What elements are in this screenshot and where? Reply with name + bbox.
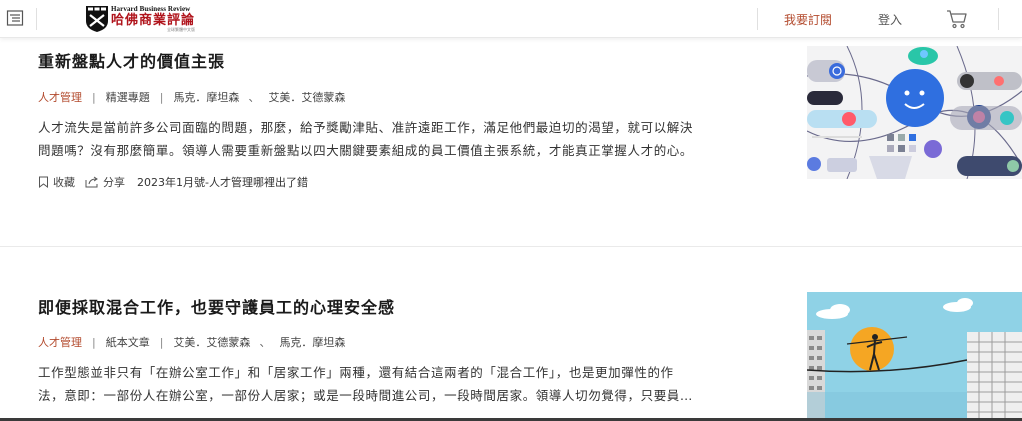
save-button[interactable]: 收藏	[38, 174, 75, 190]
menu-icon[interactable]	[6, 9, 24, 27]
summary-line: 法，意即：一部份人在辦公室，一部份人居家；或是一段時間進公司，一段時間居家。領導…	[38, 388, 694, 403]
meta-divider: |	[92, 335, 96, 349]
article-title[interactable]: 重新盤點人才的價值主張	[38, 48, 225, 72]
header-divider	[998, 8, 999, 30]
logo-chinese-name: 哈佛商業評論	[111, 13, 196, 28]
article-summary: 人才流失是當前許多公司面臨的問題，那麼，給予獎勵津貼、准許遠距工作，滿足他們最迫…	[38, 116, 738, 162]
article-author[interactable]: 艾美．艾德蒙森	[173, 334, 250, 350]
header-divider	[36, 8, 37, 30]
logo-english-name: Harvard Business Review	[111, 5, 191, 13]
summary-line: 問題嗎？沒有那麼簡單。領導人需要重新盤點以四大關鍵要素組成的員工價值主張系統，才…	[38, 143, 694, 158]
article-category[interactable]: 人才管理	[38, 89, 82, 105]
article-meta: 人才管理 | 紙本文章 | 艾美．艾德蒙森 、 馬克．摩坦森	[38, 334, 345, 350]
article-title[interactable]: 即便採取混合工作，也要守護員工的心理安全感	[38, 294, 395, 318]
network-illustration	[807, 46, 1022, 179]
cart-icon[interactable]	[946, 9, 968, 29]
author-separator: 、	[248, 91, 260, 104]
tightrope-illustration	[807, 292, 1022, 421]
site-logo[interactable]: Harvard Business Review 哈佛商業評論 全球繁體中文版	[86, 5, 195, 33]
share-button[interactable]: 分享	[85, 174, 125, 190]
article-card: 重新盤點人才的價值主張 人才管理 | 精選專題 | 馬克．摩坦森 、 艾美．艾德…	[0, 38, 1022, 246]
meta-divider: |	[92, 90, 96, 104]
article-category[interactable]: 人才管理	[38, 334, 82, 350]
logo-subtitle: 全球繁體中文版	[167, 27, 196, 32]
author-separator: 、	[259, 336, 271, 349]
save-label: 收藏	[53, 176, 75, 189]
article-author[interactable]: 馬克．摩坦森	[173, 89, 239, 105]
summary-line: 工作型態並非只有「在辦公室工作」和「居家工作」兩種，還有結合這兩者的「混合工作」…	[38, 365, 674, 380]
hbr-shield-logo	[86, 6, 108, 32]
share-icon	[85, 176, 98, 188]
article-thumbnail[interactable]	[807, 292, 1022, 421]
share-label: 分享	[103, 176, 125, 189]
login-link[interactable]: 登入	[878, 11, 902, 28]
article-meta: 人才管理 | 精選專題 | 馬克．摩坦森 、 艾美．艾德蒙森	[38, 89, 345, 105]
bookmark-icon	[39, 176, 48, 188]
meta-divider: |	[159, 335, 164, 349]
article-author[interactable]: 艾美．艾德蒙森	[268, 89, 345, 105]
article-card: 即便採取混合工作，也要守護員工的心理安全感 人才管理 | 紙本文章 | 艾美．艾…	[0, 247, 1022, 421]
top-header: Harvard Business Review 哈佛商業評論 全球繁體中文版 我…	[0, 0, 1022, 38]
meta-divider: |	[159, 90, 164, 104]
article-thumbnail[interactable]	[807, 46, 1022, 179]
article-actions: 收藏 分享 2023年1月號-人才管理哪裡出了錯	[38, 174, 308, 190]
header-divider	[757, 8, 758, 30]
article-tag[interactable]: 紙本文章	[106, 334, 150, 350]
issue-link[interactable]: 2023年1月號-人才管理哪裡出了錯	[137, 174, 308, 190]
article-tag[interactable]: 精選專題	[106, 89, 150, 105]
article-author[interactable]: 馬克．摩坦森	[279, 334, 345, 350]
article-summary: 工作型態並非只有「在辦公室工作」和「居家工作」兩種，還有結合這兩者的「混合工作」…	[38, 361, 738, 407]
summary-line: 人才流失是當前許多公司面臨的問題，那麼，給予獎勵津貼、准許遠距工作，滿足他們最迫…	[38, 120, 694, 135]
subscribe-link[interactable]: 我要訂閱	[784, 11, 832, 28]
